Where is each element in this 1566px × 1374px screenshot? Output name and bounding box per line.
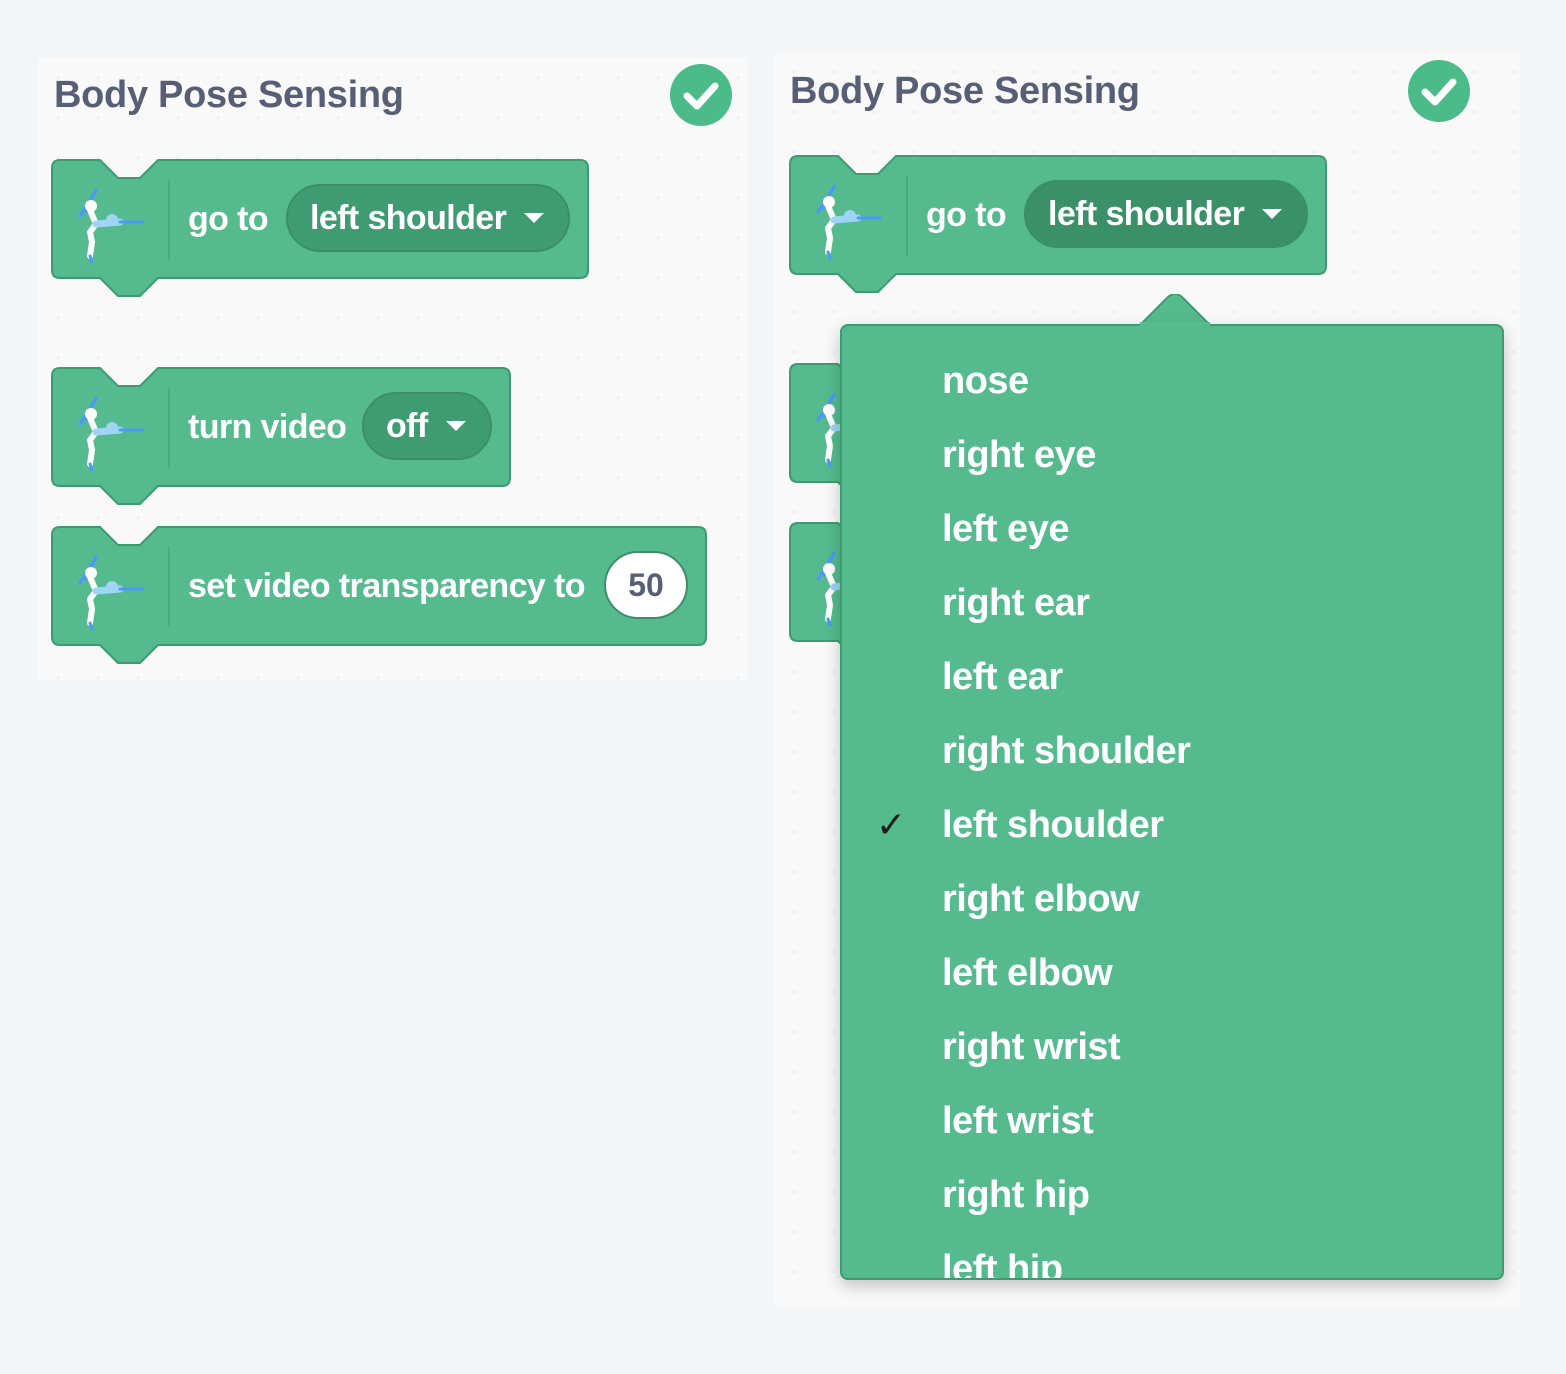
go-to-label: go to (926, 196, 1007, 234)
video-state-dropdown[interactable]: off (362, 392, 492, 460)
body-pose-icon (810, 180, 890, 260)
video-state-value: off (386, 406, 428, 445)
set-transparency-label: set video transparency to (188, 567, 586, 605)
keypoint-dropdown[interactable]: left shoulder (286, 184, 570, 252)
dropdown-item[interactable]: left elbow (942, 936, 1113, 1010)
dropdown-item[interactable]: left eye (942, 492, 1069, 566)
dropdown-item[interactable]: right shoulder (942, 714, 1191, 788)
check-circle-icon (1408, 60, 1470, 122)
block-separator (906, 176, 908, 256)
dropdown-item[interactable]: right hip (942, 1158, 1090, 1232)
go-to-label: go to (188, 200, 269, 238)
keypoint-dropdown-value: left shoulder (1048, 194, 1245, 233)
caret-down-icon (524, 213, 545, 223)
go-to-block[interactable]: go to left shoulder (789, 155, 1327, 293)
dropdown-item[interactable]: left wrist (942, 1084, 1094, 1158)
go-to-block[interactable]: go to left shoulder (51, 159, 589, 297)
dropdown-item[interactable]: left ear (942, 640, 1063, 714)
block-separator (168, 388, 170, 468)
turn-video-block[interactable]: turn video off (51, 367, 511, 505)
block-separator (168, 547, 170, 627)
category-title: Body Pose Sensing (790, 70, 1140, 112)
dropdown-item[interactable]: right elbow (942, 862, 1140, 936)
dropdown-item[interactable]: left shoulder (942, 788, 1164, 862)
set-video-transparency-block[interactable]: set video transparency to 50 (51, 526, 707, 664)
dropdown-item[interactable]: left hip (942, 1232, 1063, 1278)
category-title: Body Pose Sensing (54, 74, 404, 116)
dropdown-item[interactable]: right eye (942, 418, 1096, 492)
keypoint-dropdown-menu[interactable]: nose right eye left eye right ear left ear ri… (840, 324, 1504, 1280)
caret-down-icon (445, 421, 466, 431)
body-pose-icon (72, 392, 152, 472)
selected-check-icon: ✓ (876, 804, 907, 845)
dropdown-item[interactable]: nose (942, 344, 1029, 418)
dropdown-pointer-join (1140, 322, 1210, 328)
dropdown-item[interactable]: right wrist (942, 1010, 1121, 1084)
keypoint-dropdown[interactable]: left shoulder (1024, 180, 1308, 248)
check-circle-icon (670, 64, 732, 126)
turn-video-label: turn video (188, 408, 347, 446)
transparency-input[interactable]: 50 (604, 551, 688, 619)
body-pose-icon (72, 184, 152, 264)
block-separator (168, 180, 170, 260)
body-pose-icon (72, 551, 152, 631)
keypoint-dropdown-value: left shoulder (310, 198, 507, 237)
dropdown-item[interactable]: right ear (942, 566, 1090, 640)
caret-down-icon (1262, 209, 1283, 219)
